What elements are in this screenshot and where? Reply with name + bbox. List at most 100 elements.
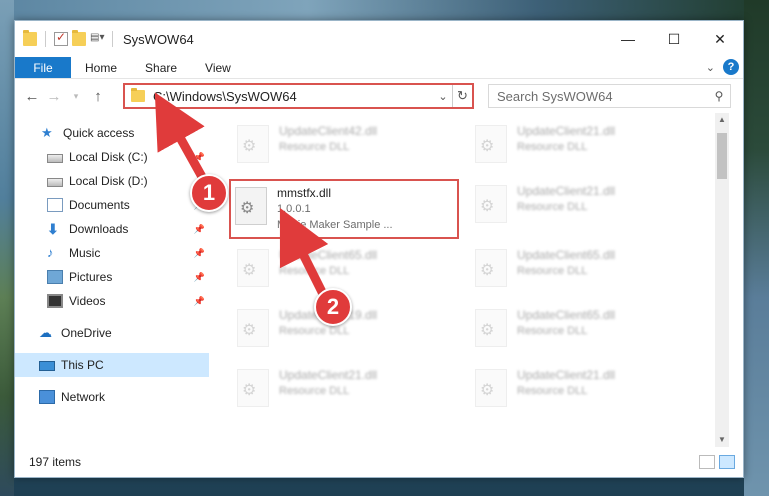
address-bar[interactable]: C:\Windows\SysWOW64 ⌄ ↻ — [123, 83, 474, 109]
documents-icon — [47, 198, 63, 212]
folder-icon — [131, 88, 145, 102]
file-type: Resource DLL — [517, 325, 588, 337]
pin-icon[interactable]: 📌 — [194, 272, 205, 283]
dll-file-icon: ⚙ — [235, 187, 267, 225]
sidebar-item-label: Local Disk (D:) — [69, 174, 148, 188]
gear-icon: ⚙ — [242, 382, 257, 399]
file-list: ⚙ UpdateClient42.dll Resource DLL ⚙ mmstf… — [209, 113, 729, 447]
sidebar-item-quick-access[interactable]: ★ Quick access — [15, 121, 209, 145]
main-area: ★ Quick access Local Disk (C:) 📌 Local D… — [15, 113, 743, 447]
search-box[interactable]: Search SysWOW64 ⚲ — [488, 84, 731, 108]
disk-icon — [47, 178, 63, 187]
file-name: UpdateClient65.dll — [517, 248, 616, 262]
sidebar-item-onedrive[interactable]: ☁ OneDrive — [15, 321, 209, 345]
maximize-button[interactable]: ☐ — [651, 21, 697, 57]
dll-file-icon: ⚙ — [475, 309, 507, 347]
dll-file-icon: ⚙ — [475, 249, 507, 287]
tab-file[interactable]: File — [15, 57, 71, 78]
gear-icon: ⚙ — [242, 322, 257, 339]
file-name: UpdateClient65.dll — [279, 248, 378, 262]
gear-icon: ⚙ — [242, 262, 257, 279]
dll-file-icon: ⚙ — [237, 309, 269, 347]
details-view-icon[interactable] — [699, 455, 715, 469]
properties-icon[interactable] — [54, 30, 68, 46]
file-tile[interactable]: ⚙ UpdateClient21.dll Resource DLL — [471, 179, 701, 235]
scrollbar-thumb[interactable] — [717, 133, 727, 179]
file-name: UpdateClient21.dll — [517, 124, 616, 138]
help-icon[interactable]: ? — [723, 59, 739, 75]
file-version: 1.0.0.1 — [277, 203, 311, 215]
item-count: 197 items — [29, 455, 82, 469]
sidebar-item-downloads[interactable]: ⬇ Downloads 📌 — [15, 217, 209, 241]
pin-icon[interactable]: 📌 — [194, 296, 205, 307]
search-icon[interactable]: ⚲ — [708, 89, 730, 103]
file-tile[interactable]: ⚙ UpdateClient65.dll Resource DLL — [233, 243, 463, 299]
sidebar-item-label: Network — [61, 390, 106, 404]
file-tile-mmstfx[interactable]: ⚙ mmstfx.dll 1.0.0.1 Movie Maker Sample … — [229, 179, 459, 239]
up-arrow-icon[interactable]: ↑ — [87, 88, 109, 105]
pin-icon[interactable]: 📌 — [194, 224, 205, 235]
search-input[interactable]: Search SysWOW64 — [497, 89, 708, 104]
folder-icon — [23, 30, 37, 46]
vertical-scrollbar[interactable]: ▲ ▼ — [715, 113, 729, 447]
file-tile[interactable]: ⚙ UpdateClient65.dll Resource DLL — [471, 243, 701, 299]
dll-file-icon: ⚙ — [237, 369, 269, 407]
file-type: Resource DLL — [279, 385, 350, 397]
file-type: Resource DLL — [517, 201, 588, 213]
recent-locations-icon[interactable]: ▾ — [65, 91, 87, 102]
tab-home[interactable]: Home — [71, 57, 131, 78]
file-tile[interactable]: ⚙ UpdateClient21.dll Resource DLL — [233, 363, 463, 419]
sidebar-item-network[interactable]: Network — [15, 385, 209, 409]
navigation-bar: ← → ▾ ↑ C:\Windows\SysWOW64 ⌄ ↻ Search S… — [15, 79, 743, 113]
chevron-down-icon[interactable]: ⌄ — [434, 90, 452, 103]
close-button[interactable]: ✕ — [697, 21, 743, 57]
gear-icon: ⚙ — [480, 322, 495, 339]
sidebar-item-pictures[interactable]: Pictures 📌 — [15, 265, 209, 289]
gear-icon: ⚙ — [242, 138, 257, 155]
forward-arrow-icon[interactable]: → — [43, 88, 65, 105]
quick-access-toolbar: ▤▾ — [23, 30, 117, 47]
dll-file-icon: ⚙ — [237, 125, 269, 163]
customize-toolbar-icon[interactable]: ▤▾ — [90, 32, 104, 46]
dll-file-icon: ⚙ — [475, 185, 507, 223]
sidebar-item-this-pc[interactable]: This PC — [15, 353, 209, 377]
sidebar-item-local-disk-d[interactable]: Local Disk (D:) 📌 — [15, 169, 209, 193]
toolbar-divider — [112, 31, 113, 47]
gear-icon: ⚙ — [480, 382, 495, 399]
back-arrow-icon[interactable]: ← — [21, 88, 43, 105]
sidebar-item-videos[interactable]: Videos 📌 — [15, 289, 209, 313]
scroll-up-icon[interactable]: ▲ — [715, 113, 729, 127]
file-tile[interactable]: ⚙ UpdateClient21.dll Resource DLL — [471, 119, 701, 175]
new-folder-icon[interactable] — [72, 30, 86, 46]
step-2-badge: 2 — [314, 288, 352, 326]
toolbar-divider — [45, 31, 46, 47]
tab-share[interactable]: Share — [131, 57, 191, 78]
view-toggle — [699, 455, 735, 469]
file-tile[interactable]: ⚙ UpdateClient21.dll Resource DLL — [471, 363, 701, 419]
minimize-button[interactable]: — — [605, 21, 651, 57]
tiles-view-icon[interactable] — [719, 455, 735, 469]
sidebar-item-local-disk-c[interactable]: Local Disk (C:) 📌 — [15, 145, 209, 169]
pin-icon[interactable]: 📌 — [194, 248, 205, 259]
expand-ribbon-icon[interactable]: ⌄ — [706, 61, 715, 74]
sidebar-item-label: Local Disk (C:) — [69, 150, 148, 164]
file-tile[interactable]: ⚙ UpdateClient65.dll Resource DLL — [471, 303, 701, 359]
ribbon-tabs: File Home Share View ⌄ ? — [15, 57, 743, 79]
scroll-down-icon[interactable]: ▼ — [715, 433, 729, 447]
disk-icon — [47, 154, 63, 163]
gear-icon: ⚙ — [480, 198, 495, 215]
address-path[interactable]: C:\Windows\SysWOW64 — [153, 89, 434, 104]
gear-icon: ⚙ — [480, 138, 495, 155]
sidebar-item-music[interactable]: ♪ Music 📌 — [15, 241, 209, 265]
refresh-icon[interactable]: ↻ — [452, 85, 472, 107]
sidebar-item-documents[interactable]: Documents 📌 — [15, 193, 209, 217]
pin-icon[interactable]: 📌 — [194, 152, 205, 163]
network-icon — [39, 390, 55, 404]
downloads-icon: ⬇ — [47, 221, 59, 237]
file-description: Movie Maker Sample ... — [277, 219, 393, 231]
tab-view[interactable]: View — [191, 57, 245, 78]
onedrive-icon: ☁ — [39, 325, 52, 340]
file-tile[interactable]: ⚙ UpdateClient42.dll Resource DLL — [233, 119, 463, 175]
desktop-background-left — [0, 0, 14, 496]
file-name: UpdateClient21.dll — [517, 368, 616, 382]
